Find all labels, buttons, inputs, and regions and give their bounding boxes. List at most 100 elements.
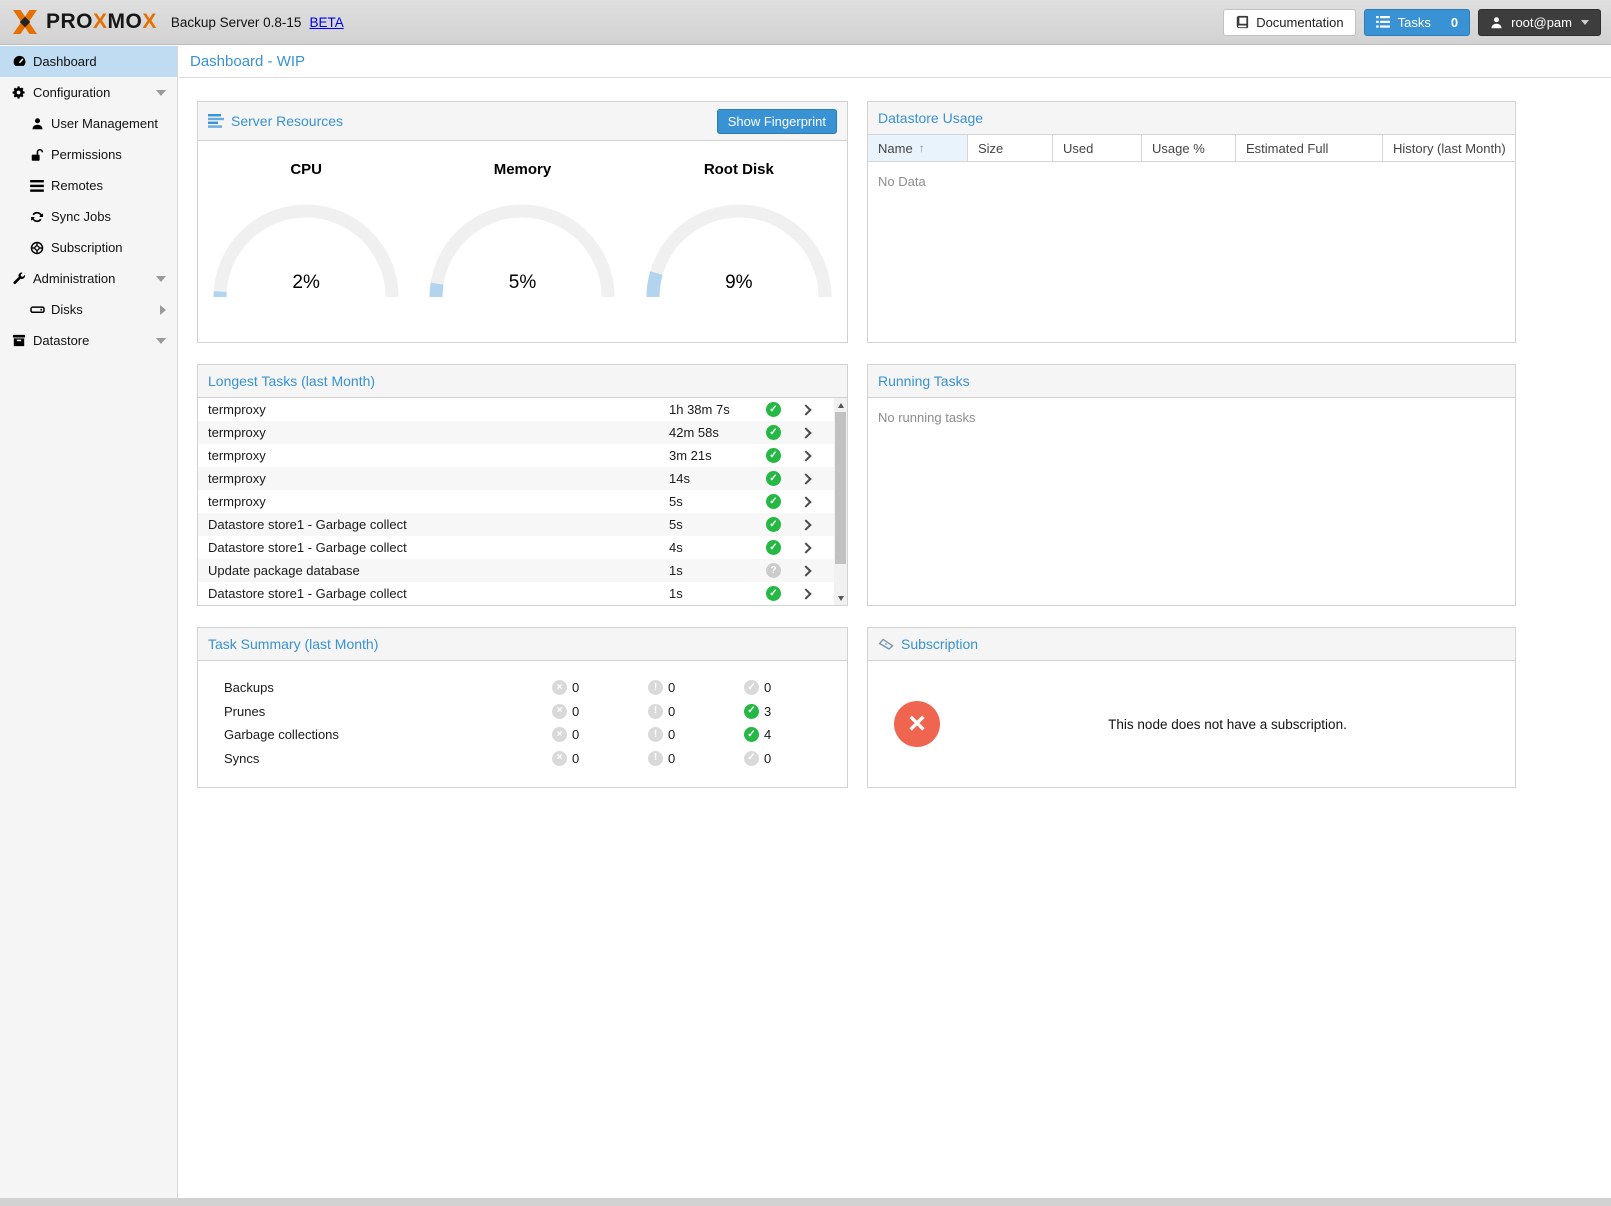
column-header-name[interactable]: Name↑ bbox=[868, 135, 968, 161]
warning-count-icon: ! bbox=[648, 727, 663, 742]
chevron-right-icon[interactable] bbox=[800, 565, 811, 576]
refresh-icon bbox=[29, 209, 45, 225]
tasks-button[interactable]: Tasks 0 bbox=[1364, 9, 1470, 36]
server-resources-panel: Server Resources Show Fingerprint CPU 2%… bbox=[197, 101, 848, 343]
error-count-icon: × bbox=[552, 727, 567, 742]
longest-tasks-list: termproxy 1h 38m 7s ✓ termproxy 42m 58s … bbox=[198, 398, 834, 605]
summary-row: Prunes ×0 !0 ✓3 bbox=[198, 700, 847, 724]
chevron-right-icon[interactable] bbox=[800, 450, 811, 461]
error-count-icon: × bbox=[552, 704, 567, 719]
task-summary-title: Task Summary (last Month) bbox=[208, 636, 378, 652]
show-fingerprint-button[interactable]: Show Fingerprint bbox=[717, 109, 837, 134]
wrench-icon bbox=[11, 271, 27, 287]
chevron-right-icon[interactable] bbox=[800, 473, 811, 484]
sidebar-item-configuration[interactable]: Configuration bbox=[0, 77, 177, 108]
longest-tasks-panel: Longest Tasks (last Month) termproxy 1h … bbox=[197, 364, 848, 606]
chevron-right-icon[interactable] bbox=[800, 496, 811, 507]
column-header-history-last-month-[interactable]: History (last Month) bbox=[1383, 135, 1515, 161]
warning-count: 0 bbox=[668, 751, 675, 766]
ok-count: 0 bbox=[764, 751, 771, 766]
subscription-title: Subscription bbox=[878, 636, 978, 652]
longest-tasks-title: Longest Tasks (last Month) bbox=[208, 373, 375, 389]
bottom-edge-bar bbox=[0, 1198, 1611, 1206]
task-row[interactable]: Datastore store1 - Garbage collect 5s ✓ bbox=[198, 513, 834, 536]
ok-count-icon: ✓ bbox=[744, 704, 759, 719]
column-header-estimated-full[interactable]: Estimated Full bbox=[1236, 135, 1383, 161]
server-bars-icon bbox=[208, 114, 224, 128]
warning-count-icon: ! bbox=[648, 751, 663, 766]
task-row[interactable]: termproxy 14s ✓ bbox=[198, 467, 834, 490]
scrollbar[interactable] bbox=[834, 398, 847, 605]
collapse-arrow-icon[interactable] bbox=[156, 90, 166, 96]
brand-logo-text: PROXMOX bbox=[46, 10, 157, 34]
main-area: Dashboard - WIP Server Resources Show Fi… bbox=[179, 46, 1611, 1198]
error-count-icon: × bbox=[552, 680, 567, 695]
gauge-value: 5% bbox=[427, 272, 617, 294]
gauge-value: 2% bbox=[211, 272, 401, 294]
ok-count: 4 bbox=[764, 727, 771, 742]
sidebar-item-administration[interactable]: Administration bbox=[0, 263, 177, 294]
life-ring-icon bbox=[29, 240, 45, 256]
user-menu-button[interactable]: root@pam bbox=[1478, 9, 1601, 36]
column-header-used[interactable]: Used bbox=[1053, 135, 1142, 161]
expand-arrow-icon[interactable] bbox=[160, 305, 166, 315]
chevron-right-icon[interactable] bbox=[800, 519, 811, 530]
documentation-button[interactable]: Documentation bbox=[1223, 9, 1355, 36]
beta-link[interactable]: BETA bbox=[309, 15, 343, 30]
status-ok-icon: ✓ bbox=[766, 448, 781, 463]
tachometer-icon bbox=[11, 54, 27, 70]
sidebar-item-datastore[interactable]: Datastore bbox=[0, 325, 177, 356]
scrollbar-thumb[interactable] bbox=[835, 412, 846, 564]
sidebar-nav: Dashboard Configuration User Management … bbox=[0, 46, 178, 1198]
sidebar-item-permissions[interactable]: Permissions bbox=[0, 139, 177, 170]
column-header-usage-[interactable]: Usage % bbox=[1142, 135, 1236, 161]
task-row[interactable]: termproxy 42m 58s ✓ bbox=[198, 421, 834, 444]
error-count: 0 bbox=[572, 727, 579, 742]
sidebar-item-subscription[interactable]: Subscription bbox=[0, 232, 177, 263]
list-bars-icon bbox=[29, 178, 45, 194]
status-ok-icon: ✓ bbox=[766, 586, 781, 601]
collapse-arrow-icon[interactable] bbox=[156, 338, 166, 344]
scroll-down-button[interactable] bbox=[834, 591, 847, 605]
column-header-size[interactable]: Size bbox=[968, 135, 1053, 161]
scroll-up-button[interactable] bbox=[834, 398, 847, 412]
sidebar-item-user-management[interactable]: User Management bbox=[0, 108, 177, 139]
task-row[interactable]: Datastore store1 - Garbage collect 1s ✓ bbox=[198, 582, 834, 605]
error-count-icon: × bbox=[552, 751, 567, 766]
ok-count-icon: ✓ bbox=[744, 727, 759, 742]
sidebar-item-dashboard[interactable]: Dashboard bbox=[0, 46, 177, 77]
error-count: 0 bbox=[572, 680, 579, 695]
chevron-right-icon[interactable] bbox=[800, 542, 811, 553]
tasks-list-icon bbox=[1376, 16, 1390, 28]
summary-row: Syncs ×0 !0 ✓0 bbox=[198, 747, 847, 771]
resource-gauge: Memory 5% bbox=[414, 161, 630, 300]
sort-ascending-icon: ↑ bbox=[919, 141, 925, 155]
top-bar: PROXMOX Backup Server 0.8-15 BETA Docume… bbox=[0, 0, 1611, 45]
status-ok-icon: ✓ bbox=[766, 517, 781, 532]
triangle-up-icon bbox=[838, 403, 844, 408]
sidebar-item-disks[interactable]: Disks bbox=[0, 294, 177, 325]
status-ok-icon: ✓ bbox=[766, 471, 781, 486]
ticket-icon bbox=[878, 637, 894, 651]
status-ok-icon: ✓ bbox=[766, 494, 781, 509]
task-row[interactable]: termproxy 5s ✓ bbox=[198, 490, 834, 513]
no-subscription-icon: × bbox=[894, 701, 940, 747]
datastore-empty-text: No Data bbox=[868, 162, 1515, 201]
status-unknown-icon: ? bbox=[766, 563, 781, 578]
sidebar-item-remotes[interactable]: Remotes bbox=[0, 170, 177, 201]
error-count: 0 bbox=[572, 704, 579, 719]
collapse-arrow-icon[interactable] bbox=[156, 276, 166, 282]
gauge-value: 9% bbox=[644, 272, 834, 294]
task-row[interactable]: Update package database 1s ? bbox=[198, 559, 834, 582]
chevron-right-icon[interactable] bbox=[800, 588, 811, 599]
task-row[interactable]: Datastore store1 - Garbage collect 4s ✓ bbox=[198, 536, 834, 559]
warning-count-icon: ! bbox=[648, 680, 663, 695]
task-row[interactable]: termproxy 1h 38m 7s ✓ bbox=[198, 398, 834, 421]
summary-row: Garbage collections ×0 !0 ✓4 bbox=[198, 723, 847, 747]
chevron-right-icon[interactable] bbox=[800, 427, 811, 438]
sidebar-item-sync-jobs[interactable]: Sync Jobs bbox=[0, 201, 177, 232]
subscription-panel: Subscription × This node does not have a… bbox=[867, 627, 1516, 788]
chevron-right-icon[interactable] bbox=[800, 404, 811, 415]
chevron-down-icon bbox=[1581, 20, 1589, 25]
task-row[interactable]: termproxy 3m 21s ✓ bbox=[198, 444, 834, 467]
